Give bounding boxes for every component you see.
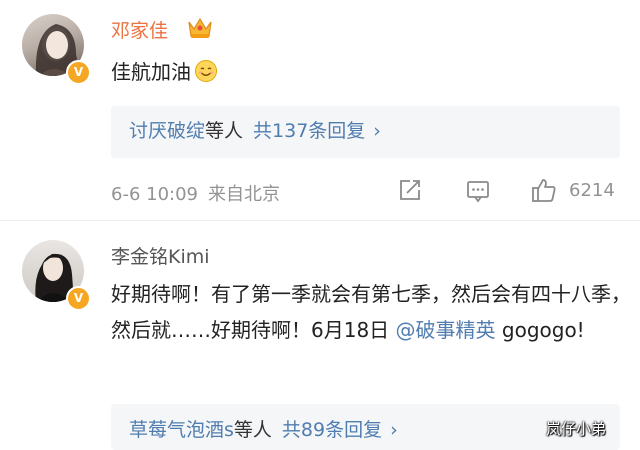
reply-names[interactable]: 讨厌破绽 (129, 120, 205, 142)
reply-others-label: 等人 (233, 419, 272, 441)
comment-date: 6-6 10:09 (111, 184, 198, 205)
chevron-right-icon: › (390, 419, 398, 441)
comment-item: V 邓家佳 佳航加油 讨厌破绽等人 共137条回复 › 6-6 10:09 来自北京 (0, 0, 640, 221)
reply-others-label: 等人 (205, 120, 244, 142)
username[interactable]: 李金铭Kimi (111, 242, 210, 269)
reply-count[interactable]: 共89条回复 (282, 419, 382, 441)
comment-text-content: 佳航加油 (111, 60, 191, 84)
chevron-right-icon: › (373, 120, 381, 142)
mention-link[interactable]: @破事精英 (396, 318, 496, 342)
comment-icon[interactable] (465, 178, 491, 204)
username[interactable]: 邓家佳 (111, 16, 168, 43)
smile-emoji-icon (195, 60, 217, 82)
crown-icon (188, 17, 212, 38)
comment-text: 好期待啊！有了第一季就会有第七季，然后会有四十八季，然后就……好期待啊！6月18… (111, 276, 631, 348)
like-count: 6214 (569, 180, 615, 201)
reply-summary[interactable]: 草莓气泡酒s等人 共89条回复 › (111, 404, 620, 450)
verified-badge-icon: V (66, 286, 91, 311)
watermark: 岚仔小弟 (546, 420, 607, 438)
verified-badge-icon: V (66, 60, 91, 85)
thumbs-up-icon[interactable] (530, 176, 558, 204)
comment-text-tail: gogogo! (495, 318, 585, 342)
comment-meta: 6-6 10:09 来自北京 (111, 180, 280, 206)
comment-source: 来自北京 (208, 184, 280, 205)
reply-count[interactable]: 共137条回复 (253, 120, 365, 142)
comment-text: 佳航加油 (111, 54, 218, 90)
reply-summary[interactable]: 讨厌破绽等人 共137条回复 › (111, 106, 620, 158)
share-icon[interactable] (397, 177, 423, 203)
reply-names[interactable]: 草莓气泡酒s (129, 419, 234, 441)
